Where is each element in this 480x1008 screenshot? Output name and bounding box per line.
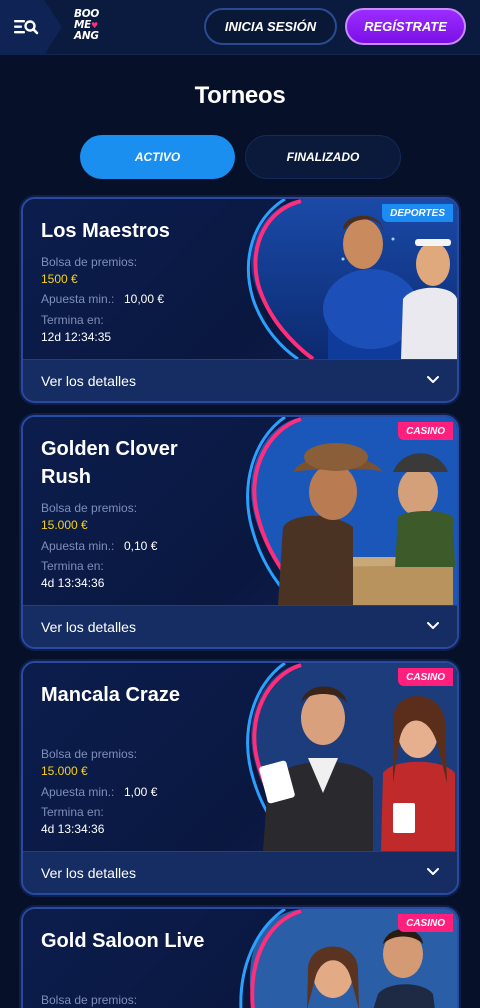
category-badge: CASINO	[398, 668, 453, 686]
prize-pool-label: Bolsa de premios:	[41, 993, 138, 1007]
card-body: CASINO Gold Saloon Live Bolsa de premios…	[23, 909, 457, 1008]
prize-pool-label: Bolsa de premios:	[41, 255, 138, 269]
menu-search-icon[interactable]	[12, 14, 40, 40]
min-bet-value: 1,00 €	[124, 785, 158, 799]
register-button[interactable]: REGÍSTRATE	[345, 8, 466, 45]
tournament-art	[223, 417, 457, 605]
chevron-down-icon	[427, 622, 439, 629]
tournament-card: DEPORTES Los Maestros Bolsa de premios: …	[21, 197, 459, 403]
prize-pool-value: 15.000 €	[41, 518, 88, 532]
heart-icon: ♥	[91, 21, 98, 30]
ends-in-value: 12d 12:34:35	[41, 330, 112, 344]
page-title: Torneos	[194, 82, 286, 109]
ends-in-value: 4d 13:34:36	[41, 576, 105, 590]
tournament-name: Golden Clover Rush	[41, 438, 178, 488]
min-bet-label: Apuesta min.:	[41, 539, 115, 553]
prize-pool-value: 15.000 €	[41, 764, 88, 778]
ends-in-label: Termina en:	[41, 805, 104, 819]
prize-pool-label: Bolsa de premios:	[41, 501, 138, 515]
tournament-name: Los Maestros	[41, 220, 170, 242]
prize-pool-label: Bolsa de premios:	[41, 747, 138, 761]
details-label: Ver los detalles	[41, 865, 136, 881]
details-toggle[interactable]: Ver los detalles	[23, 359, 457, 401]
tournament-name: Gold Saloon Live	[41, 930, 205, 952]
tournament-art	[223, 663, 457, 851]
tournament-card: CASINO Gold Saloon Live Bolsa de premios…	[21, 907, 459, 1008]
category-badge: CASINO	[398, 914, 453, 932]
boomerang-logo[interactable]: BOO ME♥ ANG	[74, 9, 114, 47]
top-bar: BOO ME♥ ANG INICIA SESIÓN REGÍSTRATE	[0, 0, 480, 55]
details-toggle[interactable]: Ver los detalles	[23, 605, 457, 647]
chevron-down-icon	[427, 376, 439, 383]
prize-pool-value: 1500 €	[41, 272, 78, 286]
chevron-down-icon	[427, 868, 439, 875]
tournament-card: CASINO Golden Clover Rush Bolsa de premi…	[21, 415, 459, 649]
tab-active[interactable]: ACTIVO	[80, 135, 235, 179]
tournament-card: CASINO Mancala Craze Bolsa de premios: 1…	[21, 661, 459, 895]
category-badge: DEPORTES	[382, 204, 453, 222]
min-bet-label: Apuesta min.:	[41, 292, 115, 306]
tournament-art	[223, 199, 457, 359]
login-button[interactable]: INICIA SESIÓN	[204, 8, 337, 45]
card-body: CASINO Mancala Craze Bolsa de premios: 1…	[23, 663, 457, 851]
min-bet-value: 0,10 €	[124, 539, 158, 553]
details-label: Ver los detalles	[41, 619, 136, 635]
min-bet-value: 10,00 €	[124, 292, 165, 306]
details-toggle[interactable]: Ver los detalles	[23, 851, 457, 893]
tab-finished[interactable]: FINALIZADO	[245, 135, 401, 179]
logo-line-3: ANG	[74, 30, 99, 42]
ends-in-label: Termina en:	[41, 559, 104, 573]
details-label: Ver los detalles	[41, 373, 136, 389]
tournament-name: Mancala Craze	[41, 684, 180, 706]
ends-in-label: Termina en:	[41, 313, 104, 327]
min-bet-label: Apuesta min.:	[41, 785, 115, 799]
category-badge: CASINO	[398, 422, 453, 440]
ends-in-value: 4d 13:34:36	[41, 822, 105, 836]
card-body: CASINO Golden Clover Rush Bolsa de premi…	[23, 417, 457, 605]
card-body: DEPORTES Los Maestros Bolsa de premios: …	[23, 199, 457, 359]
